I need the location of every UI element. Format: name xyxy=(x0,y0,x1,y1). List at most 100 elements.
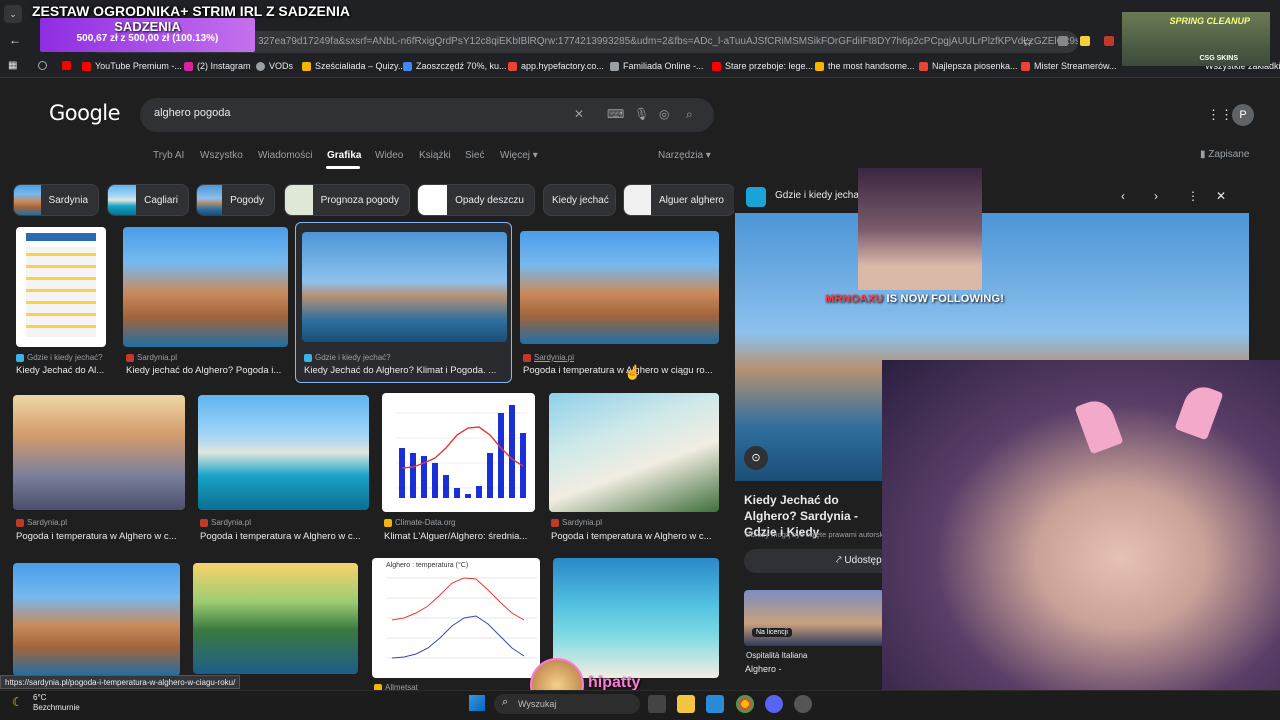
chip-thumbnail xyxy=(285,185,313,215)
extension-icon[interactable] xyxy=(1080,36,1090,46)
store-icon[interactable] xyxy=(706,695,724,713)
mini-chart-title: Alghero : temperatura (°C) xyxy=(386,562,469,569)
windows-start-icon[interactable] xyxy=(469,695,485,711)
result-caption[interactable]: Klimat L'Alguer/Alghero: średnia... xyxy=(384,531,532,542)
bookmark-item[interactable]: Stare przeboje: lege... xyxy=(712,61,813,71)
bookmark-item[interactable]: Familiada Online -... xyxy=(610,61,704,71)
result-caption[interactable]: Pogoda i temperatura w Alghero w c... xyxy=(200,531,365,542)
taskbar-search[interactable]: Wyszukaj xyxy=(494,694,640,714)
tab-more[interactable]: Więcej ▾ xyxy=(500,150,538,161)
result-caption[interactable]: Kiedy Jechać do Alghero? Klimat i Pogoda… xyxy=(304,365,504,376)
bookmark-star-icon[interactable]: ☆ xyxy=(1022,35,1033,49)
result-caption[interactable]: Kiedy jechać do Alghero? Pogoda i... xyxy=(126,365,288,376)
image-result[interactable] xyxy=(382,393,535,512)
copyright-note: Obrazy mogą być objęte prawami autorskim… xyxy=(745,530,896,539)
chip[interactable]: Pogody xyxy=(196,184,275,216)
mic-icon[interactable]: 🎙 xyxy=(634,107,649,121)
result-caption[interactable]: Pogoda i temperatura w Alghero w c... xyxy=(16,531,181,542)
apps-grid-icon[interactable]: ⋮⋮ xyxy=(1207,107,1233,123)
close-panel-icon[interactable]: ✕ xyxy=(1216,189,1226,203)
chrome-icon[interactable] xyxy=(736,695,754,713)
bookmark-item[interactable]: (2) Instagram xyxy=(184,61,251,71)
image-result[interactable]: Alghero : temperatura (°C) xyxy=(372,558,540,678)
lens-search-icon[interactable]: ⊙ xyxy=(744,446,768,470)
back-arrow-icon[interactable]: ← xyxy=(9,33,21,47)
chip[interactable]: Alguer alghero xyxy=(623,184,735,216)
active-tab-indicator xyxy=(326,166,360,169)
discord-icon[interactable] xyxy=(765,695,783,713)
star-bookmark-icon xyxy=(815,61,824,71)
result-caption[interactable]: Pogoda i temperatura w Alghero w ciągu r… xyxy=(523,365,715,376)
prev-arrow-icon[interactable]: ‹ xyxy=(1121,189,1125,203)
tab-all[interactable]: Wszystko xyxy=(200,150,243,161)
image-result[interactable] xyxy=(193,563,358,674)
bookmark-item[interactable]: YouTube Premium -... xyxy=(82,61,182,71)
more-options-icon[interactable]: ⋮ xyxy=(1187,189,1199,203)
bookmark-item[interactable] xyxy=(62,61,71,70)
search-input[interactable]: alghero pogoda xyxy=(154,107,230,119)
share-button[interactable]: ⤤ Udostępnij xyxy=(744,549,894,573)
chip[interactable]: Prognoza pogody xyxy=(284,184,410,216)
keyboard-icon[interactable]: ⌨ xyxy=(607,107,624,121)
result-source: Sardynia.pl xyxy=(523,353,574,362)
steam-icon[interactable] xyxy=(794,695,812,713)
panel-source[interactable]: Gdzie i kiedy jechać xyxy=(775,190,864,201)
chip[interactable]: Cagliari xyxy=(107,184,189,216)
bookmark-item[interactable]: the most handsome... xyxy=(815,61,915,71)
status-url-tooltip: https://sardynia.pl/pogoda-i-temperatura… xyxy=(0,675,241,689)
globe-icon[interactable] xyxy=(38,61,47,70)
related-image[interactable] xyxy=(744,590,884,646)
file-explorer-icon[interactable] xyxy=(677,695,695,713)
saved-button[interactable]: ▮ Zapisane xyxy=(1200,149,1249,160)
chip[interactable]: Sardynia xyxy=(13,184,99,216)
search-bar[interactable]: alghero pogoda ✕ ⌨ 🎙 ◎ ⌕ xyxy=(140,98,714,132)
search-icon[interactable]: ⌕ xyxy=(686,107,693,122)
apps-grid-icon[interactable]: ▦ xyxy=(8,60,17,71)
image-result[interactable] xyxy=(520,231,719,344)
chip[interactable]: Kiedy jechać xyxy=(543,184,616,216)
tab-ai[interactable]: Tryb AI xyxy=(153,150,184,161)
image-result[interactable] xyxy=(553,558,719,678)
image-result[interactable] xyxy=(16,227,106,347)
avatar[interactable]: P xyxy=(1232,104,1254,126)
image-result[interactable] xyxy=(13,395,185,510)
lens-icon[interactable]: ◎ xyxy=(659,107,669,121)
license-badge: Na licencji xyxy=(752,628,792,637)
bookmark-item[interactable]: Mister Streamerów... xyxy=(1021,61,1117,71)
bookmark-item[interactable]: Zaoszczędź 70%, ku... xyxy=(403,61,507,71)
chip[interactable]: Opady deszczu xyxy=(417,184,535,216)
result-source-label: Climate-Data.org xyxy=(395,518,456,527)
result-caption[interactable]: Pogoda i temperatura w Alghero w c... xyxy=(551,531,716,542)
related-caption[interactable]: Alghero - xyxy=(745,664,782,674)
tab-web[interactable]: Sieć xyxy=(465,150,484,161)
result-caption[interactable]: Kiedy Jechać do Al... xyxy=(16,365,112,376)
site-favicon xyxy=(16,518,24,527)
image-result[interactable] xyxy=(13,563,180,676)
bookmark-item[interactable]: Najlepsza piosenka... xyxy=(919,61,1018,71)
result-source-label: Sardynia.pl xyxy=(534,353,575,362)
weather-widget[interactable]: 6°C Bezchmurnie xyxy=(33,693,80,713)
tab-images[interactable]: Grafika xyxy=(327,150,361,161)
image-result[interactable] xyxy=(198,395,369,510)
bookmark-item[interactable]: Sześcialiada – Quizy... xyxy=(302,61,405,71)
chip-label: Alguer alghero xyxy=(658,194,724,206)
result-source-label: Sardynia.pl xyxy=(27,518,68,527)
tab-books[interactable]: Książki xyxy=(419,150,451,161)
google-logo[interactable]: Google xyxy=(49,101,121,125)
task-view-icon[interactable] xyxy=(648,695,666,713)
tab-list-button[interactable]: ⌄ xyxy=(4,5,22,23)
extension-icon[interactable] xyxy=(1104,36,1114,46)
image-result[interactable] xyxy=(302,232,507,342)
tab-news[interactable]: Wiadomości xyxy=(258,150,312,161)
result-source: Sardynia.pl xyxy=(126,353,177,362)
clear-icon[interactable]: ✕ xyxy=(574,107,584,121)
bookmark-item[interactable]: VODs xyxy=(256,61,293,71)
hypefactory-icon xyxy=(508,61,517,71)
next-arrow-icon[interactable]: › xyxy=(1154,189,1158,203)
tools-button[interactable]: Narzędzia ▾ xyxy=(658,150,711,161)
extension-icon[interactable] xyxy=(1058,36,1068,46)
image-result[interactable] xyxy=(549,393,719,512)
image-result[interactable] xyxy=(123,227,288,347)
bookmark-item[interactable]: app.hypefactory.co... xyxy=(508,61,604,71)
tab-video[interactable]: Wideo xyxy=(375,150,403,161)
